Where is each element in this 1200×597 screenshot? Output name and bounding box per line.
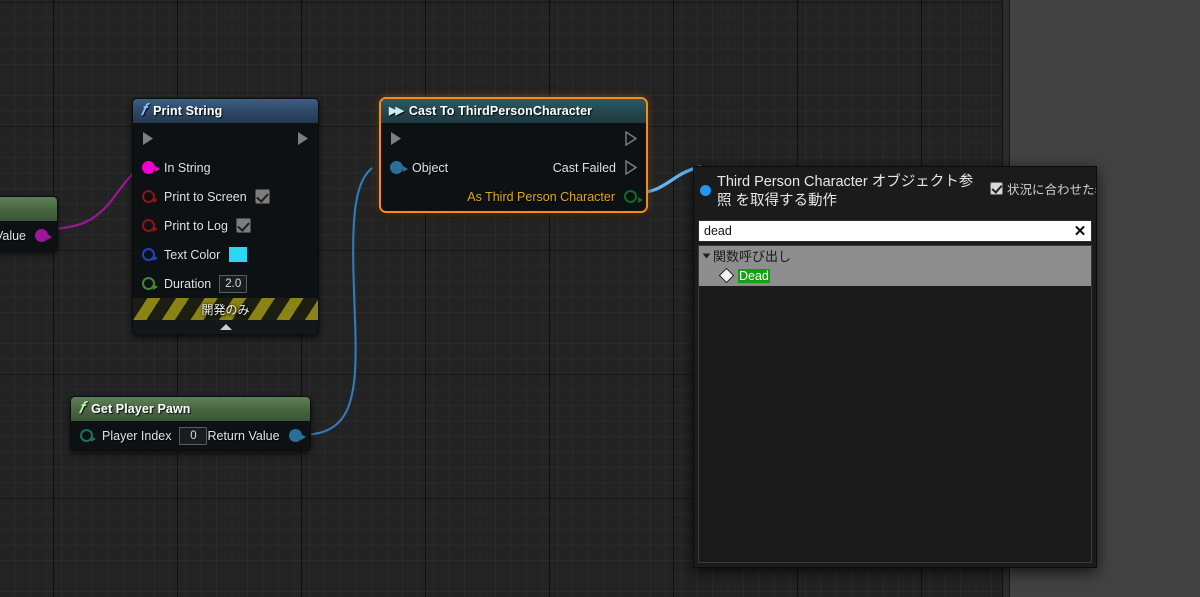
pin-row-player-index[interactable]: Player Index 0 Return Value (71, 421, 310, 450)
context-menu-header: Third Person Character オブジェクト参照 を取得する動作 … (694, 167, 1096, 220)
pin-row-exec[interactable] (133, 123, 318, 153)
pin-row-as-third-person-character[interactable]: As Third Person Character (381, 182, 646, 211)
pin-exec-out[interactable] (297, 131, 309, 146)
list-item-label: Dead (738, 268, 770, 283)
node-offscreen-node[interactable]: 𝑓 Value (0, 196, 58, 251)
pin-label-print-to-log: Print to Log (164, 218, 228, 233)
pin-cast-failed[interactable] (625, 160, 637, 175)
pin-label-value: Value (0, 228, 26, 243)
pin-label-text-color: Text Color (164, 247, 221, 262)
checkbox-print-to-log[interactable] (235, 218, 251, 233)
chevron-up-icon[interactable] (219, 324, 232, 330)
context-menu-search-box[interactable]: dead ✕ (698, 220, 1092, 242)
node-title-bar: 𝑓 Get Player Pawn (71, 397, 310, 421)
clear-search-icon[interactable]: ✕ (1071, 224, 1089, 239)
pin-label-print-to-screen: Print to Screen (164, 189, 247, 204)
blueprint-editor-root: 𝑓 Value 𝑓 Print String (0, 0, 1200, 597)
pin-return-value[interactable] (288, 429, 306, 442)
blueprint-context-action-menu[interactable]: Third Person Character オブジェクト参照 を取得する動作 … (693, 166, 1097, 568)
pin-duration[interactable] (142, 277, 158, 290)
pin-player-index[interactable] (80, 429, 96, 442)
result-category-label: 関数呼び出し (713, 249, 792, 264)
pin-label-cast-failed: Cast Failed (552, 160, 616, 175)
pin-row-value[interactable]: Value (0, 221, 57, 250)
checkbox-print-to-screen[interactable] (254, 189, 270, 204)
function-f-icon: 𝑓 (79, 400, 85, 417)
chevron-down-icon[interactable] (702, 253, 711, 258)
pin-value[interactable] (35, 229, 52, 242)
pin-label-return-value: Return Value (207, 428, 280, 443)
result-category-header[interactable]: 関数呼び出し (699, 246, 1091, 265)
object-pin-dot-icon (700, 185, 711, 196)
context-menu-title: Third Person Character オブジェクト参照 を取得する動作 (717, 174, 974, 209)
color-swatch-text-color[interactable] (228, 246, 249, 263)
pin-row-text-color[interactable]: Text Color (133, 240, 318, 269)
function-diamond-icon (718, 267, 735, 284)
node-body: Player Index 0 Return Value (71, 421, 310, 450)
cast-arrows-icon: ▶▶ (389, 104, 404, 117)
pin-row-object[interactable]: Object Cast Failed (381, 153, 646, 182)
list-item[interactable]: Dead (699, 265, 1091, 286)
context-sensitive-label: 状況に合わせた表示 (1007, 183, 1096, 197)
pin-label-duration: Duration (164, 276, 212, 291)
pin-as-third-person-character[interactable] (624, 190, 643, 203)
pin-exec-in[interactable] (142, 131, 154, 146)
search-input[interactable]: dead (704, 224, 1071, 238)
pin-label-in-string: In String (164, 160, 211, 175)
pin-label-as-third-person-character: As Third Person Character (467, 189, 615, 204)
pin-row-duration[interactable]: Duration 2.0 (133, 269, 318, 298)
context-menu-results-list[interactable]: 関数呼び出し Dead (698, 245, 1092, 563)
value-input-duration[interactable]: 2.0 (219, 274, 248, 293)
pin-row-print-to-screen[interactable]: Print to Screen (133, 182, 318, 211)
node-get-player-pawn[interactable]: 𝑓 Get Player Pawn Player Index 0 Return … (70, 396, 311, 451)
pin-row-exec[interactable] (381, 123, 646, 153)
node-title-text: Print String (153, 104, 223, 118)
node-body: In String Print to Screen Print to Log T… (133, 123, 318, 334)
pin-print-to-screen[interactable] (142, 190, 158, 203)
pin-in-string[interactable] (142, 161, 160, 174)
pin-object[interactable] (390, 161, 408, 174)
node-title-text: Get Player Pawn (91, 402, 191, 416)
pin-row-in-string[interactable]: In String (133, 153, 318, 182)
node-body: Object Cast Failed As Third Person Chara… (381, 123, 646, 211)
development-only-banner: 開発のみ (133, 298, 318, 320)
pin-print-to-log[interactable] (142, 219, 158, 232)
context-sensitive-toggle[interactable]: 状況に合わせた表示 (990, 179, 1096, 198)
context-sensitive-checkbox[interactable] (990, 182, 1003, 195)
pin-exec-out[interactable] (625, 130, 637, 146)
pin-label-object: Object (412, 160, 449, 175)
development-only-label: 開発のみ (201, 302, 250, 317)
node-body: Value (0, 221, 57, 250)
pin-text-color[interactable] (142, 248, 158, 261)
pin-exec-in[interactable] (390, 131, 402, 146)
node-collapse-strip[interactable] (133, 320, 318, 334)
pin-row-print-to-log[interactable]: Print to Log (133, 211, 318, 240)
node-title-bar: 𝑓 Print String (133, 99, 318, 123)
node-print-string[interactable]: 𝑓 Print String In String Print to Screen… (132, 98, 319, 335)
node-cast-to-third-person-character[interactable]: ▶▶ Cast To ThirdPersonCharacter Object C… (379, 97, 648, 213)
value-input-player-index[interactable]: 0 (179, 426, 208, 445)
node-title-bar: ▶▶ Cast To ThirdPersonCharacter (381, 99, 646, 123)
node-title-bar: 𝑓 (0, 197, 57, 221)
pin-label-player-index: Player Index (102, 428, 172, 443)
function-f-icon: 𝑓 (141, 102, 147, 119)
node-title-text: Cast To ThirdPersonCharacter (408, 104, 593, 118)
